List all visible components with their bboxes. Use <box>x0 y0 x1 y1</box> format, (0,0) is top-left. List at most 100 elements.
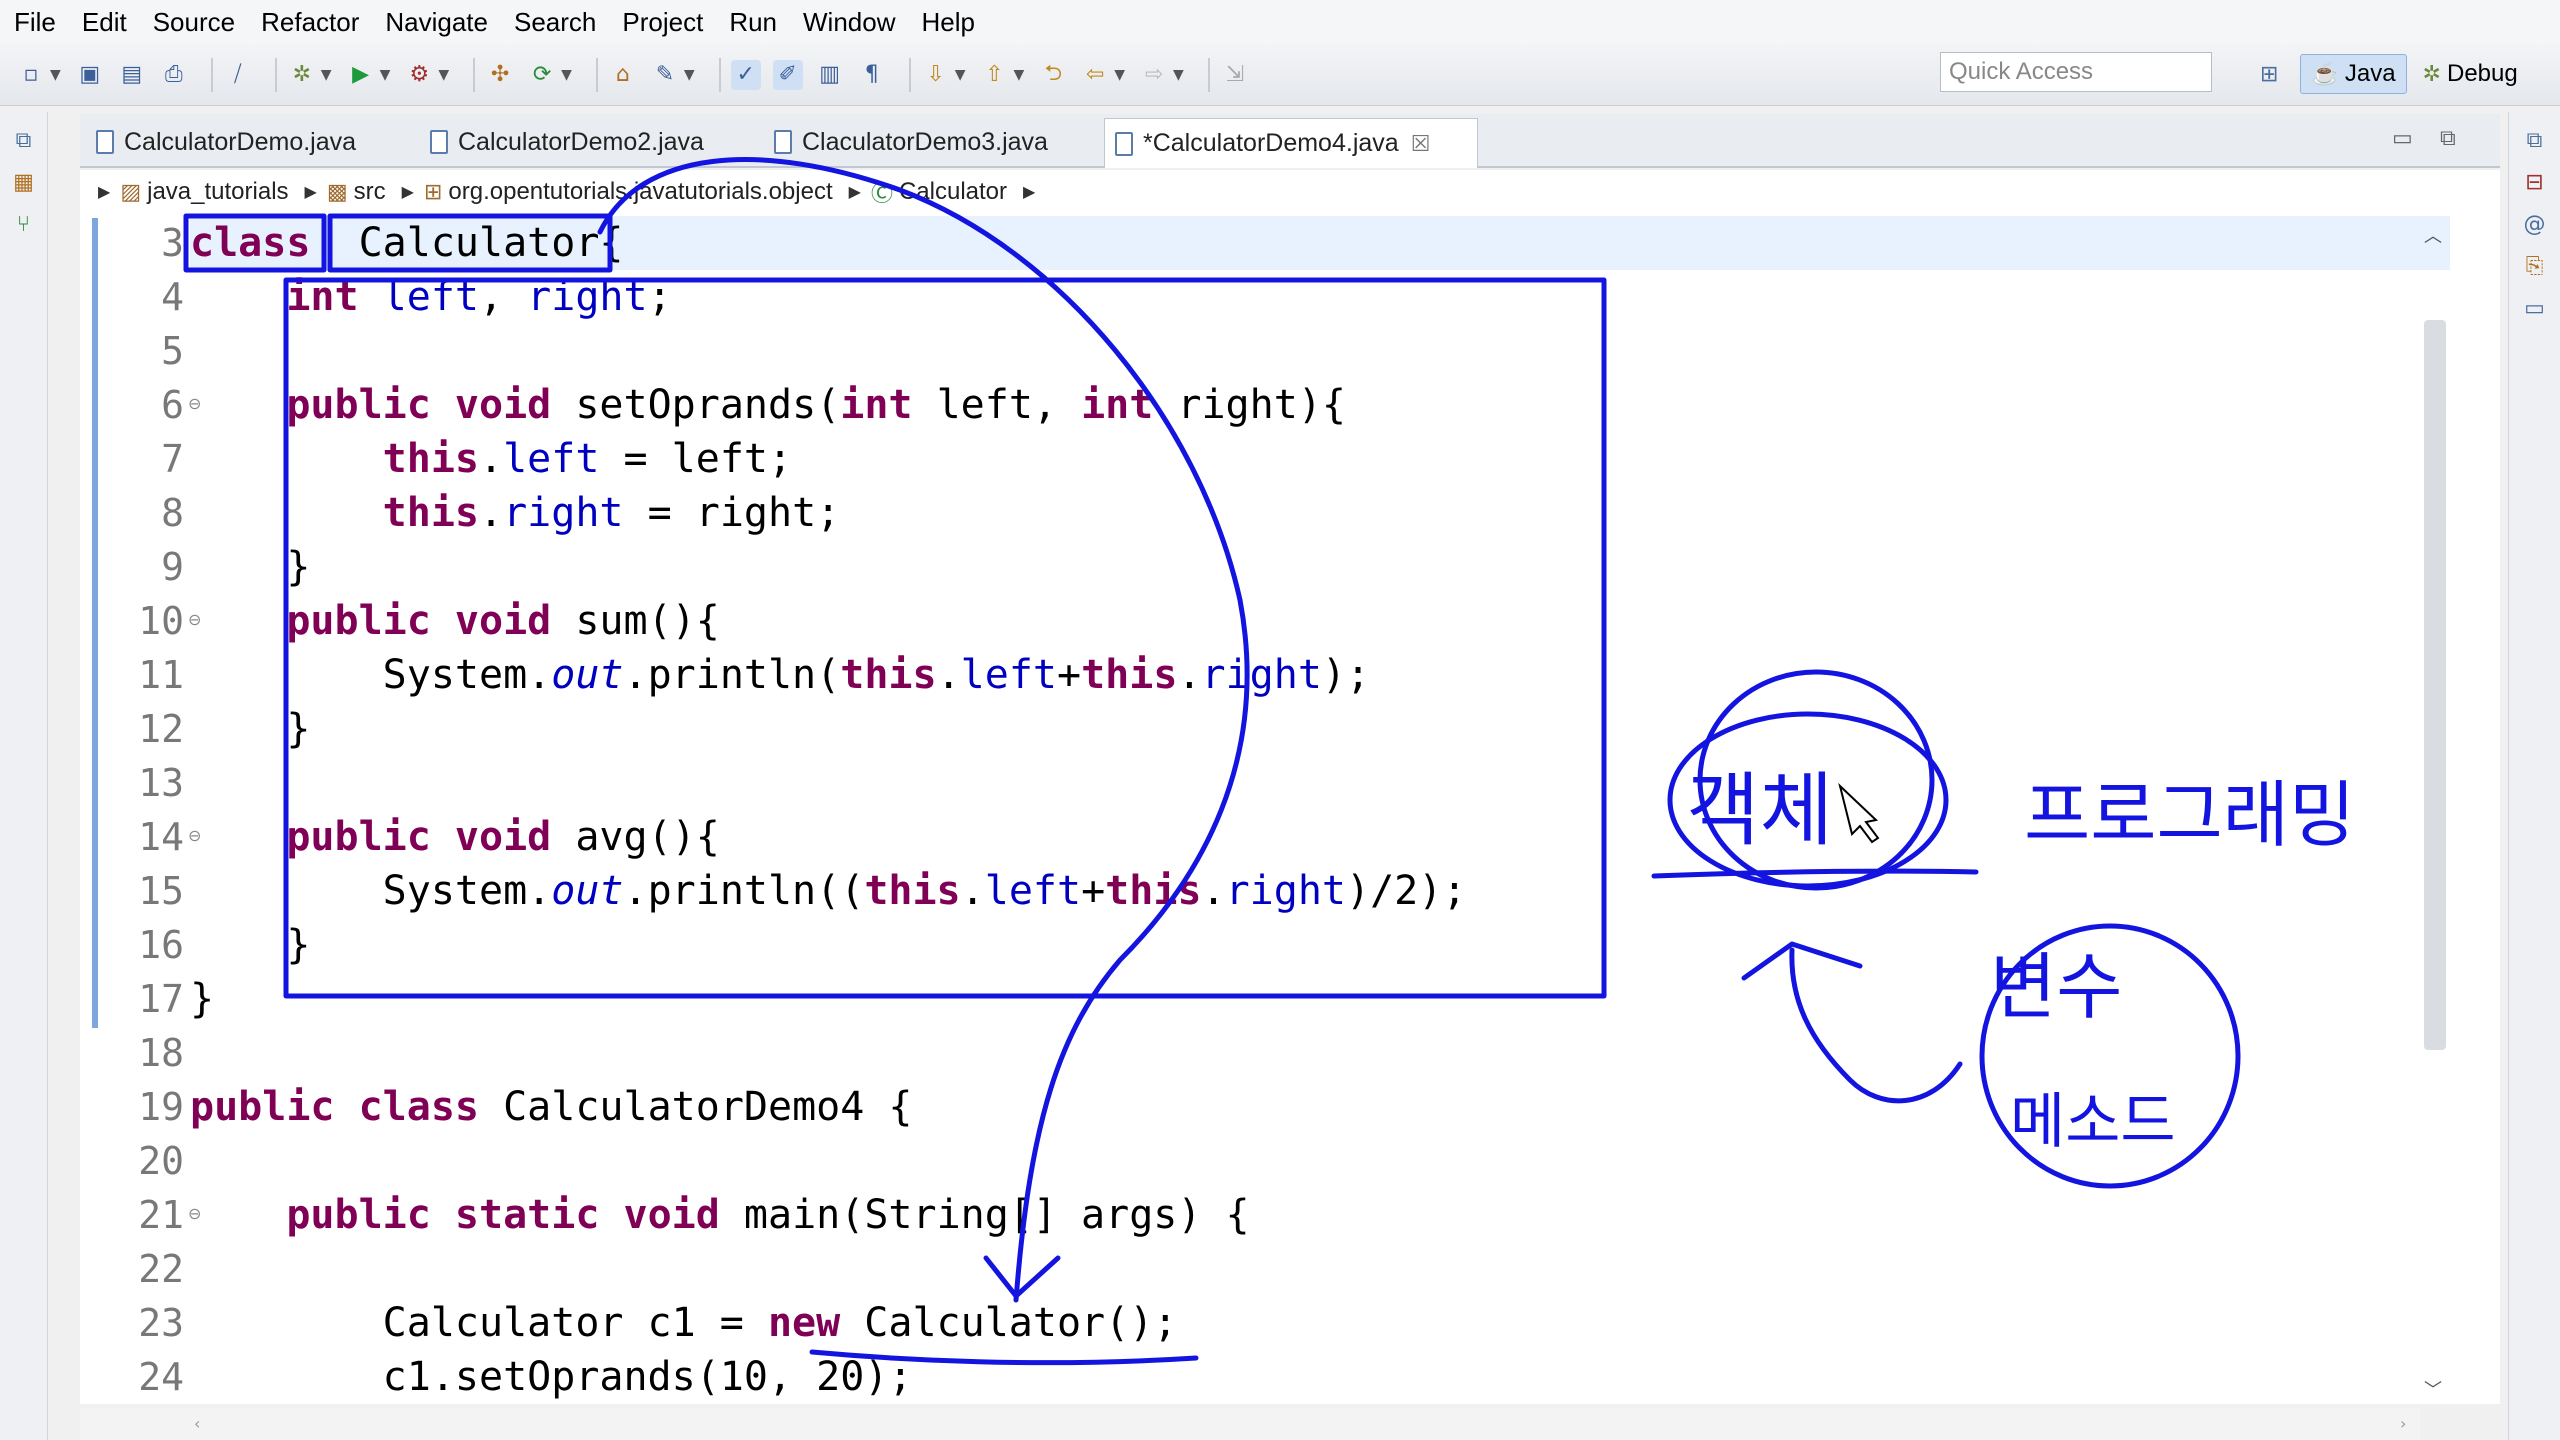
toggle-highlight-icon[interactable]: ✐ <box>772 59 803 90</box>
code-token: right <box>1201 652 1322 698</box>
code-line[interactable]: } <box>190 540 310 594</box>
save-all-icon[interactable]: ▤ <box>117 60 147 90</box>
next-annotation-icon[interactable]: ⇩ <box>921 60 951 90</box>
menu-search[interactable]: Search <box>514 7 596 38</box>
back-icon[interactable]: ⇦ <box>1080 60 1110 90</box>
vertical-scrollbar-thumb[interactable] <box>2424 320 2446 1050</box>
menu-refactor[interactable]: Refactor <box>261 7 359 38</box>
breadcrumb-src[interactable]: ▶ ▩ src <box>305 178 386 206</box>
pin-editor-icon[interactable]: ⇲ <box>1220 60 1250 90</box>
code-line[interactable]: public void avg(){ <box>190 810 720 864</box>
run-icon[interactable]: ▶ <box>346 60 376 90</box>
forward-icon[interactable]: ⇨ <box>1139 60 1169 90</box>
declaration-icon[interactable]: ⎘ <box>2521 252 2549 280</box>
breadcrumb-package[interactable]: ▶ ⊞ org.opentutorials.javatutorials.object <box>402 178 833 206</box>
tab-calculatordemo4[interactable]: *CalculatorDemo4.java ☒ <box>1104 118 1478 168</box>
breadcrumb-class[interactable]: ▶ Ⓒ Calculator <box>849 176 1007 208</box>
external-tools-icon[interactable]: ⚙ <box>404 60 434 90</box>
tab-label: CalculatorDemo.java <box>124 127 357 156</box>
hierarchy-icon[interactable]: ⑂ <box>10 210 38 238</box>
previous-annotation-dropdown-icon[interactable]: ▼ <box>1013 67 1024 83</box>
tab-calculatordemo2[interactable]: CalculatorDemo2.java <box>420 118 750 166</box>
forward-dropdown-icon[interactable]: ▼ <box>1173 67 1184 83</box>
code-line[interactable]: } <box>190 702 310 756</box>
code-line[interactable]: c1.setOprands(10, 20); <box>190 1350 913 1404</box>
chevron-right-icon[interactable]: ▶ <box>1023 182 1035 202</box>
chevron-right-icon[interactable]: ▶ <box>402 182 414 202</box>
chevron-right-icon[interactable]: ▶ <box>849 182 861 202</box>
open-type-icon[interactable]: ⌂ <box>608 60 638 90</box>
code-line[interactable]: public void sum(){ <box>190 594 720 648</box>
javadoc-icon[interactable]: @ <box>2521 210 2549 238</box>
open-perspective-button[interactable]: ⊞ <box>2250 54 2294 94</box>
skip-breakpoints-icon[interactable]: ⧸ <box>223 60 253 90</box>
external-tools-dropdown-icon[interactable]: ▼ <box>438 67 449 83</box>
tab-claculatordemo3[interactable]: ClaculatorDemo3.java <box>764 118 1094 166</box>
perspective-debug-button[interactable]: ✲ Debug <box>2413 54 2528 94</box>
breadcrumb-project[interactable]: ▶ ▨ java_tutorials <box>98 178 289 206</box>
scroll-up-icon[interactable]: ︿ <box>2424 222 2442 248</box>
outline-icon[interactable]: ⊟ <box>2521 168 2549 196</box>
tab-calculatordemo[interactable]: CalculatorDemo.java <box>86 118 416 166</box>
new-java-package-icon[interactable]: ✣ <box>485 60 515 90</box>
search-dropdown-icon[interactable]: ▼ <box>684 67 695 83</box>
new-class-dropdown-icon[interactable]: ▼ <box>561 67 572 83</box>
menu-help[interactable]: Help <box>922 7 975 38</box>
save-icon[interactable]: ▣ <box>75 60 105 90</box>
menu-run[interactable]: Run <box>729 7 777 38</box>
code-token: left <box>984 868 1082 914</box>
back-dropdown-icon[interactable]: ▼ <box>1114 67 1125 83</box>
code-line[interactable]: this.left = left; <box>190 432 792 486</box>
console-icon[interactable]: ▭ <box>2521 294 2549 322</box>
restore-icon[interactable]: ⧉ <box>10 126 38 154</box>
package-explorer-icon[interactable]: ▦ <box>10 168 38 196</box>
menu-edit[interactable]: Edit <box>82 7 127 38</box>
run-dropdown-icon[interactable]: ▼ <box>380 67 391 83</box>
previous-annotation-icon[interactable]: ⇧ <box>979 60 1009 90</box>
scroll-down-icon[interactable]: ﹀ <box>2424 1376 2442 1402</box>
menu-navigate[interactable]: Navigate <box>385 7 488 38</box>
chevron-right-icon[interactable]: ▶ <box>305 182 317 202</box>
code-line[interactable]: public static void main(String[] args) { <box>190 1188 1249 1242</box>
code-token: . <box>1201 868 1226 914</box>
search-icon[interactable]: ✎ <box>650 60 680 90</box>
code-line[interactable]: class Calculator{ <box>190 216 2450 270</box>
menu-file[interactable]: File <box>14 7 56 38</box>
code-line[interactable]: } <box>190 918 310 972</box>
print-icon[interactable]: ⎙ <box>159 60 189 90</box>
next-annotation-dropdown-icon[interactable]: ▼ <box>955 67 966 83</box>
menu-source[interactable]: Source <box>153 7 235 38</box>
code-line[interactable]: Calculator c1 = new Calculator(); <box>190 1296 1178 1350</box>
code-editor[interactable]: 3 4 5 6 ⊖ 7 8 9 10 ⊖ 11 12 13 14 ⊖ 15 16 17 18 19 20 21 ⊖ 22 23 2… <box>80 214 2500 1404</box>
perspective-java-button[interactable]: ☕ Java <box>2300 54 2407 94</box>
breadcrumb-end[interactable]: ▶ <box>1023 182 1045 202</box>
code-line[interactable]: System.out.println(this.left+this.right)… <box>190 648 1370 702</box>
scroll-right-icon[interactable]: › <box>2400 1414 2406 1433</box>
horizontal-scrollbar[interactable] <box>80 1408 2420 1440</box>
code-line[interactable]: } <box>190 972 214 1026</box>
scroll-left-icon[interactable]: ‹ <box>194 1414 200 1433</box>
block-selection-icon[interactable]: ▥ <box>815 60 845 90</box>
debug-icon[interactable]: ✲ <box>287 60 317 90</box>
code-line[interactable]: public class CalculatorDemo4 { <box>190 1080 912 1134</box>
code-line[interactable]: this.right = right; <box>190 486 841 540</box>
last-edit-location-icon[interactable]: ⮌ <box>1038 60 1068 90</box>
menu-project[interactable]: Project <box>622 7 703 38</box>
toggle-mark-occurrences-icon[interactable]: ✓ <box>730 59 761 90</box>
new-java-class-icon[interactable]: ⟳ <box>527 60 557 90</box>
quick-access-input[interactable]: Quick Access <box>1940 52 2212 92</box>
show-whitespace-icon[interactable]: ¶ <box>857 60 887 90</box>
code-area[interactable]: class Calculator{ int left, right; publi… <box>190 214 2450 1404</box>
chevron-right-icon[interactable]: ▶ <box>98 182 110 202</box>
code-line[interactable]: System.out.println((this.left+this.right… <box>190 864 1467 918</box>
new-icon[interactable]: ▫ <box>16 60 46 90</box>
restore-icon[interactable]: ⧉ <box>2521 126 2549 154</box>
code-line[interactable]: int left, right; <box>190 270 671 324</box>
minimize-icon[interactable]: ▭ <box>2392 126 2413 151</box>
new-dropdown-icon[interactable]: ▼ <box>50 67 61 83</box>
debug-dropdown-icon[interactable]: ▼ <box>321 67 332 83</box>
menu-window[interactable]: Window <box>803 7 895 38</box>
close-icon[interactable]: ☒ <box>1411 131 1431 157</box>
code-line[interactable]: public void setOprands(int left, int rig… <box>190 378 1346 432</box>
maximize-icon[interactable]: ⧉ <box>2440 126 2456 151</box>
